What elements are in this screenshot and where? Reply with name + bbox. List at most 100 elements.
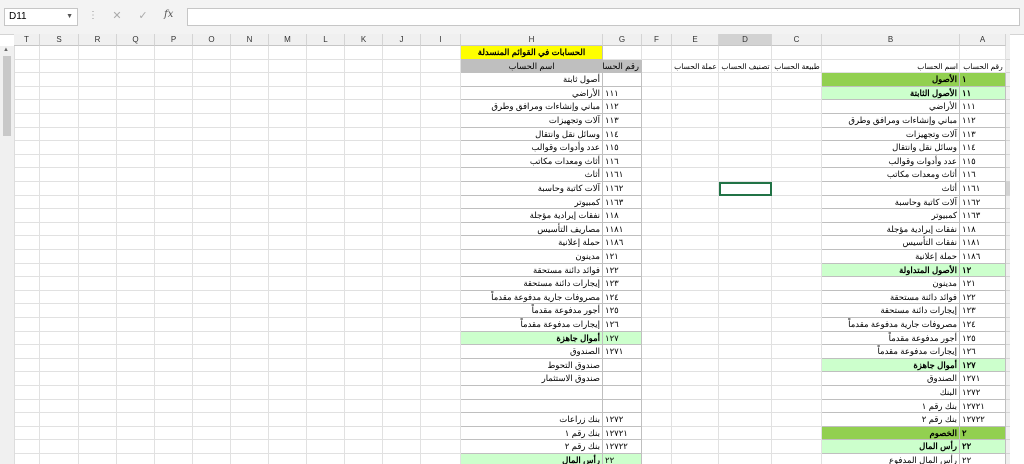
row-header-22[interactable]: 22 xyxy=(1006,331,1010,346)
grid-cell[interactable] xyxy=(155,304,193,318)
grid-cell[interactable] xyxy=(672,372,719,386)
grid-cell[interactable] xyxy=(719,386,772,400)
grid-cell[interactable] xyxy=(14,277,40,291)
grid-cell[interactable] xyxy=(345,114,383,128)
grid-cell[interactable] xyxy=(14,413,40,427)
grid-cell[interactable] xyxy=(269,318,307,332)
grid-cell[interactable] xyxy=(231,154,269,169)
grid-cell[interactable] xyxy=(719,440,772,454)
grid-cell[interactable] xyxy=(14,399,40,414)
grid-cell[interactable] xyxy=(642,59,672,74)
grid-cell[interactable] xyxy=(345,358,383,373)
column-header-n[interactable]: N xyxy=(231,34,269,46)
grid-cell[interactable] xyxy=(672,331,719,346)
grid-cell[interactable] xyxy=(117,195,155,210)
row-header-24[interactable]: 24 xyxy=(1006,358,1010,373)
grid-cell[interactable] xyxy=(421,386,461,400)
grid-cell[interactable] xyxy=(719,86,772,101)
spreadsheet-grid[interactable]: TSRQPONMLKJIHGFEDCBA12345678910111213141… xyxy=(0,34,1010,464)
grid-cell[interactable] xyxy=(231,290,269,305)
account-name-cell[interactable]: رأس المال xyxy=(822,440,960,454)
grid-cell[interactable] xyxy=(421,440,461,454)
grid-cell[interactable] xyxy=(231,318,269,332)
grid-cell[interactable] xyxy=(772,73,822,87)
grid-cell[interactable] xyxy=(155,86,193,101)
grid-cell[interactable] xyxy=(345,209,383,223)
row-header-21[interactable]: 21 xyxy=(1006,318,1010,332)
account-name-cell[interactable]: أموال جاهزة xyxy=(822,358,960,373)
grid-cell[interactable] xyxy=(642,141,672,155)
account-name-cell[interactable]: أثاث xyxy=(822,182,960,196)
grid-cell[interactable] xyxy=(40,399,79,414)
list-number-cell[interactable]: ١١٦٢ xyxy=(603,182,642,196)
grid-cell[interactable] xyxy=(642,46,672,60)
column-header-p[interactable]: P xyxy=(155,34,193,46)
grid-cell[interactable] xyxy=(421,141,461,155)
list-name-cell[interactable]: كمبيوتر xyxy=(461,195,603,210)
grid-cell[interactable] xyxy=(231,141,269,155)
grid-cell[interactable] xyxy=(40,304,79,318)
grid-cell[interactable] xyxy=(14,358,40,373)
grid-cell[interactable] xyxy=(193,86,231,101)
grid-cell[interactable] xyxy=(269,263,307,278)
account-name-cell[interactable]: مصروفات جارية مدفوعة مقدماً xyxy=(822,318,960,332)
grid-cell[interactable] xyxy=(642,304,672,318)
grid-cell[interactable] xyxy=(14,454,40,464)
grid-cell[interactable] xyxy=(383,399,421,414)
grid-cell[interactable] xyxy=(307,304,345,318)
grid-cell[interactable] xyxy=(672,358,719,373)
grid-cell[interactable] xyxy=(117,263,155,278)
list-name-cell[interactable]: فوائد دائنة مستحقة xyxy=(461,263,603,278)
account-number-cell[interactable]: ١١٢ xyxy=(960,114,1006,128)
grid-cell[interactable] xyxy=(231,277,269,291)
grid-cell[interactable] xyxy=(14,318,40,332)
grid-cell[interactable] xyxy=(719,209,772,223)
row-header-11[interactable]: 11 xyxy=(1006,182,1010,196)
list-name-cell[interactable]: حملة إعلانية xyxy=(461,236,603,250)
grid-cell[interactable] xyxy=(345,100,383,114)
grid-cell[interactable] xyxy=(79,250,117,264)
grid-cell[interactable] xyxy=(345,304,383,318)
account-number-cell[interactable]: ٢٢ xyxy=(960,454,1006,464)
list-name-cell[interactable]: بنك رقم ١ xyxy=(461,426,603,441)
grid-cell[interactable] xyxy=(155,46,193,60)
grid-cell[interactable] xyxy=(772,399,822,414)
cancel-icon[interactable]: ✕ xyxy=(110,9,124,22)
account-number-cell[interactable]: ١٢٧٢٢ xyxy=(960,413,1006,427)
list-name-cell[interactable]: رأس المال xyxy=(461,454,603,464)
account-name-cell[interactable]: بنك رقم ٢ xyxy=(822,413,960,427)
grid-cell[interactable] xyxy=(345,426,383,441)
grid-cell[interactable] xyxy=(383,440,421,454)
grid-cell[interactable] xyxy=(421,236,461,250)
grid-cell[interactable] xyxy=(772,440,822,454)
grid-cell[interactable] xyxy=(672,195,719,210)
grid-cell[interactable] xyxy=(155,141,193,155)
grid-cell[interactable] xyxy=(155,154,193,169)
grid-cell[interactable] xyxy=(719,154,772,169)
grid-cell[interactable] xyxy=(345,195,383,210)
grid-cell[interactable] xyxy=(307,399,345,414)
list-name-cell[interactable]: صندوق الاستثمار xyxy=(461,372,603,386)
list-number-cell[interactable]: ١٢٢ xyxy=(603,263,642,278)
grid-cell[interactable] xyxy=(383,331,421,346)
grid-cell[interactable] xyxy=(307,114,345,128)
grid-cell[interactable] xyxy=(672,127,719,142)
grid-cell[interactable] xyxy=(672,413,719,427)
account-number-cell[interactable]: ١١١ xyxy=(960,100,1006,114)
grid-cell[interactable] xyxy=(193,290,231,305)
grid-cell[interactable] xyxy=(772,290,822,305)
column-header-i[interactable]: I xyxy=(421,34,461,46)
grid-cell[interactable] xyxy=(117,372,155,386)
grid-cell[interactable] xyxy=(383,250,421,264)
grid-cell[interactable] xyxy=(231,127,269,142)
grid-cell[interactable] xyxy=(383,59,421,74)
grid-cell[interactable] xyxy=(40,358,79,373)
selected-cell[interactable] xyxy=(719,182,772,196)
grid-cell[interactable] xyxy=(269,168,307,182)
grid-cell[interactable] xyxy=(117,440,155,454)
grid-cell[interactable] xyxy=(642,331,672,346)
grid-cell[interactable] xyxy=(772,182,822,196)
grid-cell[interactable] xyxy=(960,46,1006,60)
grid-cell[interactable] xyxy=(672,100,719,114)
grid-cell[interactable] xyxy=(231,73,269,87)
